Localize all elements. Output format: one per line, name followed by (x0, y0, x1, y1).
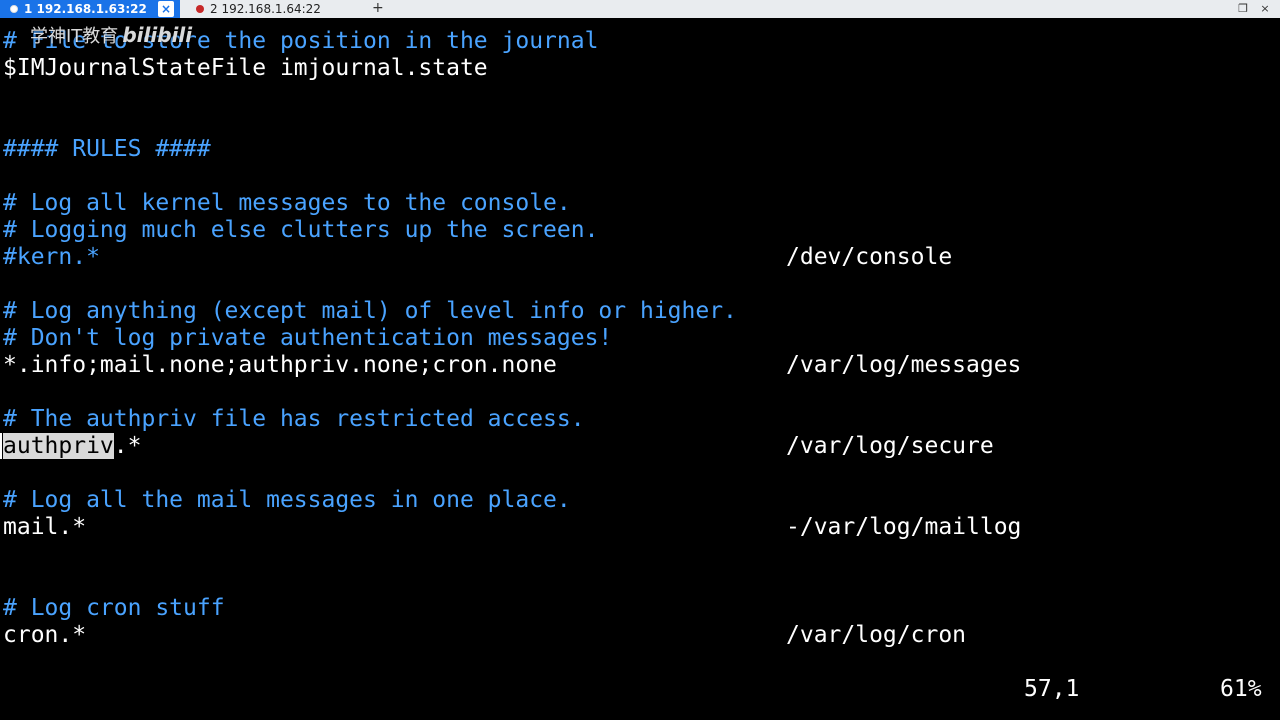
watermark-text: 学神IT教育 (30, 26, 119, 47)
terminal-line: # Log all kernel messages to the console… (3, 190, 571, 216)
new-tab-button[interactable]: + (372, 0, 384, 18)
terminal-line: $IMJournalStateFile imjournal.state (3, 55, 488, 81)
terminal-line-destination: /var/log/secure (786, 433, 994, 459)
terminal-line: #### RULES #### (3, 136, 211, 162)
terminal-line: # Log cron stuff (3, 595, 225, 621)
terminal-line: cron.* (3, 622, 87, 648)
terminal-line-destination: /var/log/cron (786, 622, 967, 648)
window-controls: ❐ × (1236, 0, 1280, 18)
terminal-line: *.info;mail.none;authpriv.none;cron.none (3, 352, 557, 378)
tab-label: 2 192.168.1.64:22 (210, 2, 321, 16)
terminal-line: # Log anything (except mail) of level in… (3, 298, 737, 324)
restore-icon[interactable]: ❐ (1236, 2, 1250, 16)
terminal-line: #kern.* (3, 244, 100, 270)
close-icon[interactable]: × (158, 1, 174, 17)
terminal-screen[interactable]: # File to store the position in the jour… (0, 18, 1280, 720)
cursor-position: 57,1 (1024, 676, 1080, 702)
status-dot-icon (10, 5, 18, 13)
scroll-percent: 61% (1220, 676, 1262, 702)
tab-bar: 1 192.168.1.63:22 × 2 192.168.1.64:22 + … (0, 0, 1280, 19)
status-dot-icon (196, 5, 204, 13)
terminal-line-destination: /dev/console (786, 244, 953, 270)
terminal-line-destination: /var/log/messages (786, 352, 1022, 378)
terminal-line: # Logging much else clutters up the scre… (3, 217, 599, 243)
watermark-logo: 学神IT教育 bilibili (30, 18, 192, 52)
terminal-line-current: authpriv.* (3, 433, 141, 459)
terminal-line: # The authpriv file has restricted acces… (3, 406, 585, 432)
tab-label: 1 192.168.1.63:22 (24, 2, 147, 16)
text-cursor (0, 433, 2, 459)
bilibili-logo: bilibili (122, 23, 193, 47)
line-rest: .* (113, 433, 142, 459)
selected-text[interactable]: authpriv (3, 433, 114, 459)
terminal-line: # Don't log private authentication messa… (3, 325, 613, 351)
terminal-line: # Log all the mail messages in one place… (3, 487, 571, 513)
tab-session-1[interactable]: 1 192.168.1.63:22 × (0, 0, 180, 18)
terminal-line-destination: -/var/log/maillog (786, 514, 1022, 540)
tab-session-2[interactable]: 2 192.168.1.64:22 (180, 0, 360, 18)
terminal-line: mail.* (3, 514, 87, 540)
close-window-icon[interactable]: × (1258, 2, 1272, 16)
